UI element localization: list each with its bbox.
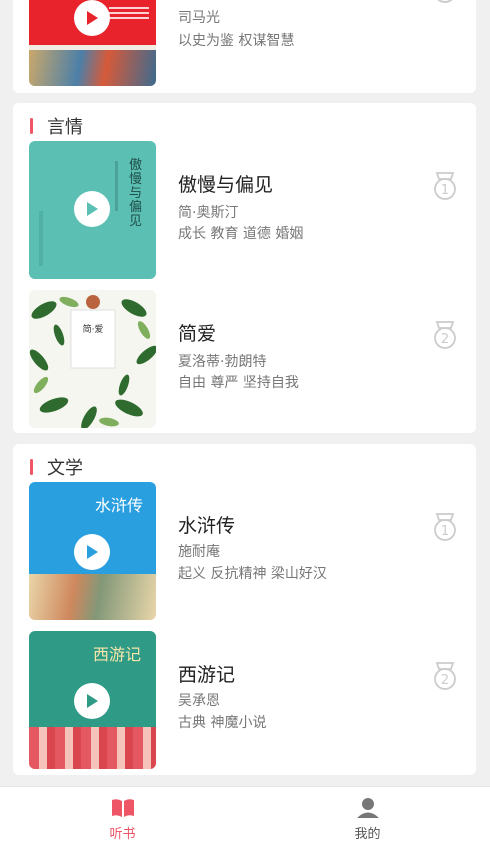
cover-title: 傲慢与偏见 — [129, 158, 143, 229]
rank-badge-icon — [437, 0, 453, 3]
book-tags: 起义 反抗精神 梁山好汉 — [178, 566, 327, 582]
book-author: 夏洛蒂·勃朗特 — [178, 354, 267, 370]
play-icon — [87, 11, 98, 25]
user-icon — [356, 797, 379, 818]
bottom-tab-bar: 听书 我的 — [0, 786, 490, 850]
book-item-jane-eyre[interactable]: 简·爱 简爱 夏洛蒂·勃朗特 自由 尊严 坚持自我 2 — [29, 290, 476, 430]
book-author: 司马光 — [178, 10, 220, 26]
cover-illustration — [29, 50, 156, 86]
rank-number: 2 — [441, 332, 449, 347]
rank-number: 1 — [441, 524, 449, 539]
book-tags: 古典 神魔小说 — [178, 715, 267, 731]
book-cover[interactable]: 水浒传 — [29, 482, 156, 620]
play-button[interactable] — [74, 0, 110, 36]
book-cover[interactable]: 傲慢与偏见 — [29, 141, 156, 279]
book-cover[interactable] — [29, 0, 156, 86]
rank-badge-icon: 2 — [434, 321, 456, 349]
cover-title: 西游记 — [93, 645, 142, 664]
play-icon — [87, 545, 98, 559]
play-button[interactable] — [74, 534, 110, 570]
book-tags: 以史为鉴 权谋智慧 — [178, 33, 295, 49]
book-author: 简·奥斯汀 — [178, 205, 239, 221]
book-cover[interactable]: 西游记 — [29, 631, 156, 769]
book-item-water-margin[interactable]: 水浒传 水浒传 施耐庵 起义 反抗精神 梁山好汉 1 — [29, 482, 476, 622]
book-item-journey-to-the-west[interactable]: 西游记 西游记 吴承恩 古典 神魔小说 2 — [29, 631, 476, 771]
rank-badge-icon: 1 — [434, 172, 456, 200]
book-cover[interactable]: 简·爱 — [29, 290, 156, 428]
section-accent-bar — [30, 459, 33, 475]
play-button[interactable] — [74, 683, 110, 719]
rank-badge-icon: 1 — [434, 513, 456, 541]
tab-listen[interactable]: 听书 — [0, 787, 245, 850]
tab-mine[interactable]: 我的 — [245, 787, 490, 850]
book-title: 傲慢与偏见 — [178, 174, 274, 196]
section-title: 文学 — [47, 458, 83, 479]
book-item-zizhitongjian[interactable]: 司马光 以史为鉴 权谋智慧 — [29, 0, 476, 93]
section-card-history: 司马光 以史为鉴 权谋智慧 — [13, 0, 476, 93]
book-item-pride-and-prejudice[interactable]: 傲慢与偏见 傲慢与偏见 简·奥斯汀 成长 教育 道德 婚姻 1 — [29, 141, 476, 281]
section-accent-bar — [30, 118, 33, 134]
play-icon — [87, 694, 98, 708]
cover-decoration — [39, 211, 43, 266]
book-title: 西游记 — [178, 664, 236, 686]
rank-number: 1 — [441, 183, 449, 198]
cover-illustration — [29, 574, 156, 620]
book-author: 施耐庵 — [178, 544, 220, 560]
rank-number: 2 — [441, 673, 449, 688]
book-title: 简爱 — [178, 323, 217, 345]
cover-text-lines — [109, 4, 149, 34]
book-tags: 成长 教育 道德 婚姻 — [178, 226, 304, 242]
section-header: 言情 — [30, 115, 83, 138]
leaf-pattern — [29, 295, 156, 428]
play-icon — [87, 202, 98, 216]
section-title: 言情 — [47, 117, 83, 138]
book-icon — [111, 798, 134, 817]
tab-label: 我的 — [354, 826, 381, 842]
tab-label: 听书 — [109, 826, 136, 842]
book-author: 吴承恩 — [178, 693, 220, 709]
book-tags: 自由 尊严 坚持自我 — [178, 375, 299, 391]
cover-title: 水浒传 — [95, 496, 144, 515]
section-card-literature: 文学 水浒传 水浒传 施耐庵 起义 反抗精神 梁山好汉 1 西游记 西游记 吴承… — [13, 444, 476, 775]
rank-badge-icon: 2 — [434, 662, 456, 690]
play-button[interactable] — [74, 191, 110, 227]
cover-title: 简·爱 — [82, 325, 104, 335]
section-card-romance: 言情 傲慢与偏见 傲慢与偏见 简·奥斯汀 成长 教育 道德 婚姻 1 简·爱 简… — [13, 103, 476, 433]
book-title: 水浒传 — [178, 515, 236, 537]
cover-illustration — [29, 727, 156, 769]
section-header: 文学 — [30, 456, 83, 479]
cover-decoration — [115, 161, 118, 211]
